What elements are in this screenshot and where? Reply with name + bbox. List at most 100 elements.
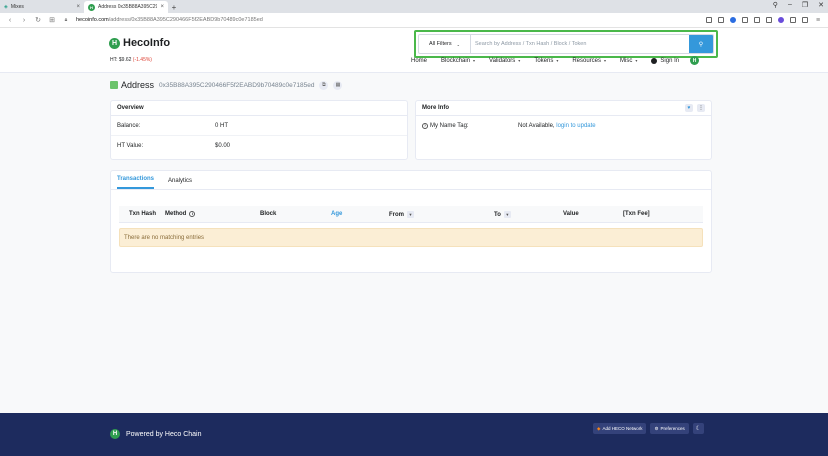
tab-title: Mixes xyxy=(10,4,24,10)
balance-row: Balance: 0 HT xyxy=(111,116,407,136)
heco-logo-icon: H xyxy=(109,37,120,49)
nav-validators[interactable]: Validators ▾ xyxy=(482,58,527,64)
nav-sign-in[interactable]: Sign In xyxy=(644,57,686,64)
copy-icon[interactable]: ⧉ xyxy=(319,80,329,90)
metamask-icon: ◆ xyxy=(597,425,601,431)
login-to-update-link[interactable]: login to update xyxy=(556,123,595,129)
more-info-heading: More Info ♥ ⋮ xyxy=(416,101,711,116)
filter-icon[interactable]: ▼ xyxy=(503,211,511,218)
col-block: Block xyxy=(260,211,276,217)
close-window-icon[interactable]: ✕ xyxy=(818,1,824,9)
heart-icon[interactable]: ♥ xyxy=(685,104,693,112)
camera-icon[interactable] xyxy=(718,17,724,23)
page-title: Address xyxy=(121,80,155,90)
dark-mode-toggle[interactable]: ☾ xyxy=(692,423,704,434)
col-label: Age xyxy=(331,211,343,217)
new-tab-button[interactable]: + xyxy=(168,1,180,13)
search-filter-dropdown[interactable]: All Filters ⌄ xyxy=(419,35,471,53)
site-logo[interactable]: H HecoInfo xyxy=(109,37,170,49)
price-value: HT: $9.62 xyxy=(110,57,132,63)
ht-value-row: HT Value: $0.00 xyxy=(111,136,407,156)
minimize-icon[interactable]: – xyxy=(788,1,792,9)
col-txn-hash: Txn Hash xyxy=(129,211,156,217)
close-tab-icon[interactable]: × xyxy=(160,4,164,10)
chevron-down-icon: ▾ xyxy=(556,58,559,63)
forward-icon[interactable]: › xyxy=(20,17,28,24)
network-heco-icon[interactable]: H xyxy=(690,56,700,65)
search-icon[interactable]: ⚲ xyxy=(773,1,778,9)
tab-analytics[interactable]: Analytics xyxy=(168,178,192,189)
tab-transactions[interactable]: Transactions xyxy=(117,176,155,189)
filter-label: All Filters xyxy=(429,41,452,47)
transactions-card: Transactions Analytics Txn Hash Method i … xyxy=(110,170,712,273)
nav-tokens[interactable]: Tokens ▾ xyxy=(527,58,565,64)
transactions-tabs: Transactions Analytics xyxy=(111,171,711,190)
nav-blockchain[interactable]: Blockchain ▾ xyxy=(434,58,482,64)
reload-icon[interactable]: ↻ xyxy=(34,16,42,24)
col-value: Value xyxy=(563,211,579,217)
nav-label: Blockchain xyxy=(441,57,471,64)
close-tab-icon[interactable]: × xyxy=(76,4,80,10)
more-info-actions: ♥ ⋮ xyxy=(685,104,705,112)
ht-price: HT: $9.62 (-1.45%) xyxy=(110,57,152,63)
question-circle-icon: ? xyxy=(422,123,428,129)
more-options-icon[interactable]: ⋮ xyxy=(697,104,705,112)
extension-icon[interactable] xyxy=(706,17,712,23)
nav-label: Misc xyxy=(620,57,633,64)
shield-icon[interactable] xyxy=(742,17,748,23)
url-host: hecoinfo.com xyxy=(76,17,109,23)
send-icon[interactable] xyxy=(754,17,760,23)
back-icon[interactable]: ‹ xyxy=(6,17,14,24)
grid-icon[interactable]: ⊞ xyxy=(48,16,56,24)
restore-icon[interactable]: ❐ xyxy=(802,1,808,9)
nav-resources[interactable]: Resources ▾ xyxy=(565,58,613,64)
empty-state-message: There are no matching entries xyxy=(119,228,703,247)
chevron-down-icon: ▾ xyxy=(635,58,638,63)
gear-icon: ⚙ xyxy=(654,425,659,431)
browser-tab-address[interactable]: H Address 0x35B88A395C29... × xyxy=(84,1,168,13)
col-txn-fee[interactable]: [Txn Fee] xyxy=(623,211,650,217)
price-change: (-1.45%) xyxy=(132,57,152,63)
mixes-icon: ◈ xyxy=(4,4,8,10)
col-label: [Txn Fee] xyxy=(623,211,650,217)
nav-label: Validators xyxy=(489,57,516,64)
heco-icon: H xyxy=(88,3,95,11)
button-label: Preferences xyxy=(660,426,685,431)
add-network-button[interactable]: ◆ Add HECO Network xyxy=(593,423,647,434)
profile-icon[interactable] xyxy=(778,17,784,23)
overview-heading: Overview xyxy=(111,101,407,116)
name-tag-value: Not Available, xyxy=(518,123,555,129)
nav-label: Sign In xyxy=(660,57,680,64)
info-icon[interactable]: i xyxy=(189,211,196,217)
col-label: Value xyxy=(563,211,579,217)
col-label: From xyxy=(389,211,404,218)
footer-buttons: ◆ Add HECO Network ⚙ Preferences ☾ xyxy=(593,423,704,434)
powered-by: H Powered by Heco Chain xyxy=(110,429,202,439)
powered-text: Powered by Heco Chain xyxy=(126,430,202,438)
search-button[interactable]: ⚲ xyxy=(689,35,713,53)
card-title: More Info xyxy=(422,105,449,111)
qr-code-icon[interactable]: ▦ xyxy=(333,80,343,90)
empty-text: There are no matching entries xyxy=(124,234,205,241)
chevron-down-icon: ⌄ xyxy=(456,41,460,47)
nav-home[interactable]: Home xyxy=(404,58,434,64)
chevron-down-icon: ▾ xyxy=(518,58,521,63)
preferences-button[interactable]: ⚙ Preferences xyxy=(650,423,689,434)
search-input[interactable] xyxy=(471,35,689,53)
nav-misc[interactable]: Misc ▾ xyxy=(613,58,644,64)
url-field[interactable]: hecoinfo.com/address/0x35B88A395C290466F… xyxy=(76,17,700,23)
col-age[interactable]: Age xyxy=(331,211,342,217)
col-label: Txn Hash xyxy=(129,211,157,217)
heart-icon[interactable] xyxy=(766,17,772,23)
extension-blue-icon[interactable] xyxy=(730,17,736,23)
col-from: From ▼ xyxy=(389,211,414,218)
cube-icon[interactable] xyxy=(790,17,796,23)
nav-label: Home xyxy=(411,57,428,64)
browser-tab-mixes[interactable]: ◈ Mixes × xyxy=(0,1,84,13)
filter-icon[interactable]: ▼ xyxy=(407,211,414,218)
menu-icon[interactable]: ≡ xyxy=(814,17,822,24)
name-tag-row: ? My Name Tag: Not Available, login to up… xyxy=(416,116,711,136)
settings-icon[interactable] xyxy=(802,17,808,23)
card-title: Overview xyxy=(117,105,144,111)
browser-tab-bar: ◈ Mixes × H Address 0x35B88A395C29... × … xyxy=(0,0,828,13)
